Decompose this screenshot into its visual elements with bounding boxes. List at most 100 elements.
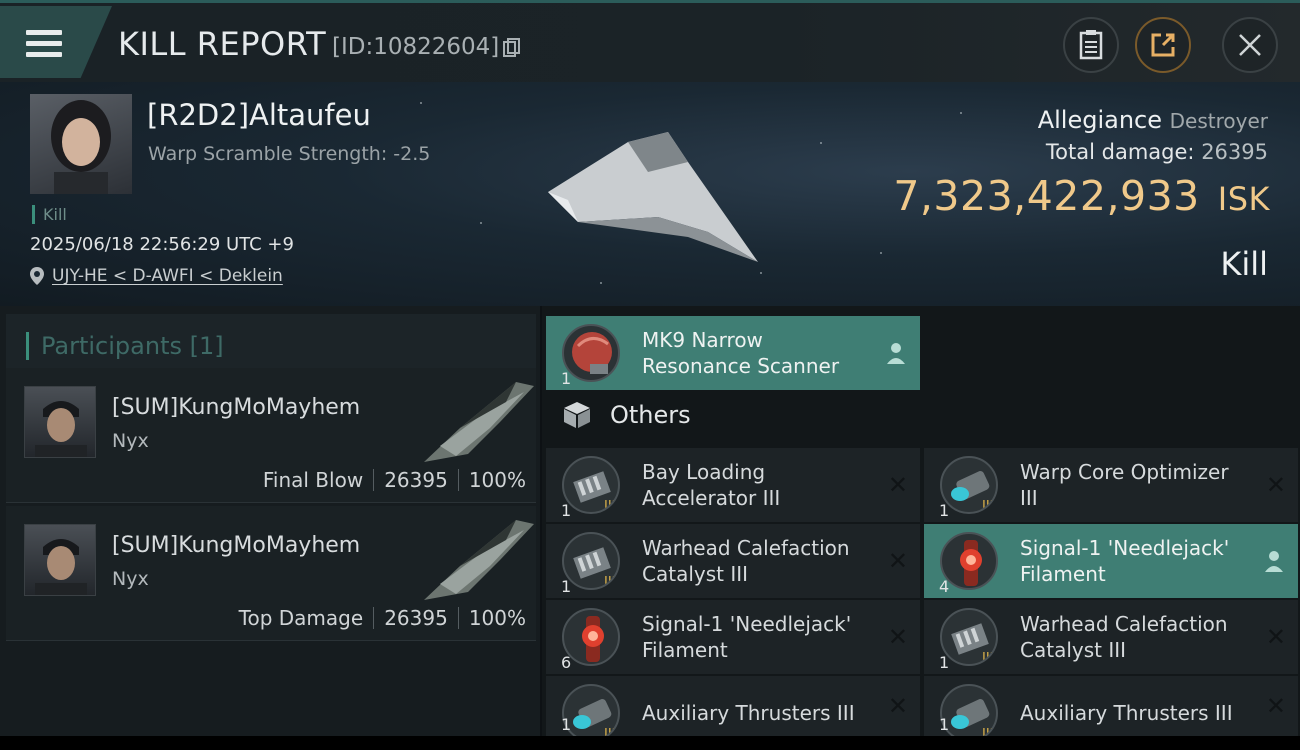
destroyed-x-icon: ✕: [1265, 692, 1286, 720]
item-tile[interactable]: III 1 Auxiliary Thrusters III ✕: [924, 676, 1298, 736]
svg-text:III: III: [982, 727, 994, 736]
destroyed-x-icon: ✕: [887, 547, 908, 575]
location-pin-icon: [30, 267, 44, 285]
ship-name-text: Allegiance: [1037, 106, 1162, 134]
location-text: UJY-HE < D-AWFI < Deklein: [52, 266, 283, 286]
participant-avatar[interactable]: [24, 524, 96, 596]
participant-stats: Top Damage 26395 100%: [239, 606, 526, 630]
kill-status-tag: Kill: [32, 205, 67, 224]
others-label: Others: [610, 401, 691, 429]
item-quantity: 1: [561, 369, 572, 388]
victim-name: [R2D2]Altaufeu: [147, 98, 371, 132]
item-tile[interactable]: III 1 Auxiliary Thrusters III ✕: [546, 676, 920, 736]
item-name: Signal-1 'Needlejack' Filament: [642, 611, 851, 663]
item-quantity: 1: [561, 715, 572, 734]
cube-icon: [564, 402, 590, 428]
hamburger-menu-icon[interactable]: [26, 30, 62, 58]
clipboard-icon: [1079, 30, 1103, 60]
item-name: Bay Loading Accelerator III: [642, 459, 780, 511]
portrait-image: [51, 100, 111, 194]
participants-header: Participants [1]: [6, 314, 536, 370]
item-name: Signal-1 'Needlejack' Filament: [1020, 535, 1229, 587]
svg-text:III: III: [982, 499, 994, 514]
person-icon: [1265, 551, 1283, 572]
warp-scramble-strength: Warp Scramble Strength: -2.5: [148, 143, 431, 165]
item-tile[interactable]: III 1 Warhead Calefaction Catalyst III ✕: [546, 524, 920, 598]
item-name-line: Filament: [642, 638, 728, 662]
others-section-header: Others: [562, 400, 691, 430]
item-tile[interactable]: 4 Signal-1 'Needlejack' Filament: [924, 524, 1298, 598]
avatar-image: [35, 539, 87, 595]
total-damage-label: Total damage:: [1045, 140, 1195, 164]
item-quantity: 1: [939, 501, 950, 520]
participants-count: [1]: [189, 332, 224, 360]
participant-row[interactable]: [SUM]KungMoMayhem Nyx Final Blow 26395 1…: [6, 368, 536, 503]
participant-ship: Nyx: [112, 568, 149, 590]
item-name-line: Signal-1 'Needlejack': [1020, 536, 1230, 560]
item-name-line: Bay Loading: [642, 460, 766, 484]
item-name-line: Accelerator III: [642, 486, 781, 510]
item-name-line: Auxiliary Thrusters III: [642, 701, 855, 725]
item-name-line: Warp Core Optimizer: [1020, 460, 1229, 484]
svg-text:III: III: [604, 499, 616, 514]
participant-ship: Nyx: [112, 430, 149, 452]
close-button[interactable]: [1222, 17, 1278, 73]
top-bar: KILL REPORT [ID:10822604]: [0, 0, 1300, 82]
svg-text:III: III: [982, 651, 994, 666]
share-icon: [1151, 33, 1175, 57]
participant-avatar[interactable]: [24, 386, 96, 458]
participant-damage: 26395: [384, 468, 448, 492]
participants-panel: Participants [1] [SUM]KungMoMayhem Nyx F…: [0, 306, 540, 750]
participant-damage: 26395: [384, 606, 448, 630]
location-link[interactable]: UJY-HE < D-AWFI < Deklein: [30, 266, 283, 286]
isk-value: 7,323,422,933 ISK: [893, 172, 1270, 220]
item-tile[interactable]: III 1 Warp Core Optimizer III ✕: [924, 448, 1298, 522]
participant-name: [SUM]KungMoMayhem: [112, 533, 361, 558]
total-damage-value: 26395: [1201, 140, 1268, 164]
victim-portrait[interactable]: [30, 94, 132, 194]
item-name: MK9 Narrow Resonance Scanner: [642, 327, 839, 379]
item-tile-scanner[interactable]: 1 MK9 Narrow Resonance Scanner: [546, 316, 920, 390]
participant-row[interactable]: [SUM]KungMoMayhem Nyx Top Damage 26395 1…: [6, 506, 536, 641]
item-name-line: Warhead Calefaction: [642, 536, 850, 560]
isk-amount: 7,323,422,933: [893, 172, 1200, 220]
destroyed-x-icon: ✕: [887, 692, 908, 720]
participant-ship-image: [424, 382, 534, 462]
ship-name: Allegiance Destroyer: [1038, 106, 1268, 134]
bottom-edge: [0, 736, 1300, 750]
clipboard-button[interactable]: [1063, 17, 1119, 73]
victim-ship-image: [548, 132, 758, 262]
item-name-line: III: [1020, 486, 1038, 510]
share-button[interactable]: [1135, 17, 1191, 73]
participant-percent: 100%: [468, 606, 526, 630]
item-quantity: 4: [939, 577, 950, 596]
item-name: Warhead Calefaction Catalyst III: [642, 535, 850, 587]
kill-datetime: 2025/06/18 22:56:29 UTC +9: [30, 234, 294, 255]
item-name-line: Catalyst III: [642, 562, 749, 586]
item-tile[interactable]: 6 Signal-1 'Needlejack' Filament ✕: [546, 600, 920, 674]
item-tile[interactable]: III 1 Warhead Calefaction Catalyst III ✕: [924, 600, 1298, 674]
item-name: Warhead Calefaction Catalyst III: [1020, 611, 1228, 663]
item-name-line: Filament: [1020, 562, 1106, 586]
destroyed-x-icon: ✕: [1265, 623, 1286, 651]
item-quantity: 1: [939, 653, 950, 672]
copy-icon[interactable]: [503, 38, 521, 58]
item-tile[interactable]: III 1 Bay Loading Accelerator III ✕: [546, 448, 920, 522]
participant-role: Top Damage: [238, 606, 364, 630]
ship-class: Destroyer: [1169, 109, 1268, 133]
participant-name: [SUM]KungMoMayhem: [112, 395, 361, 420]
participants-title: Participants [1]: [26, 332, 224, 360]
participant-stats: Final Blow 26395 100%: [263, 468, 526, 492]
kill-label: Kill: [1220, 245, 1268, 283]
item-name-line: Warhead Calefaction: [1020, 612, 1228, 636]
participant-ship-image: [424, 520, 534, 600]
item-quantity: 1: [561, 577, 572, 596]
item-name: Auxiliary Thrusters III: [642, 700, 855, 726]
item-name-line: Auxiliary Thrusters III: [1020, 701, 1233, 725]
menu-tab[interactable]: [0, 6, 112, 78]
report-id: [ID:10822604]: [332, 34, 500, 60]
item-name-line: Signal-1 'Needlejack': [642, 612, 852, 636]
item-name-line: Resonance Scanner: [642, 354, 840, 378]
participant-role: Final Blow: [262, 468, 364, 492]
destroyed-x-icon: ✕: [887, 623, 908, 651]
